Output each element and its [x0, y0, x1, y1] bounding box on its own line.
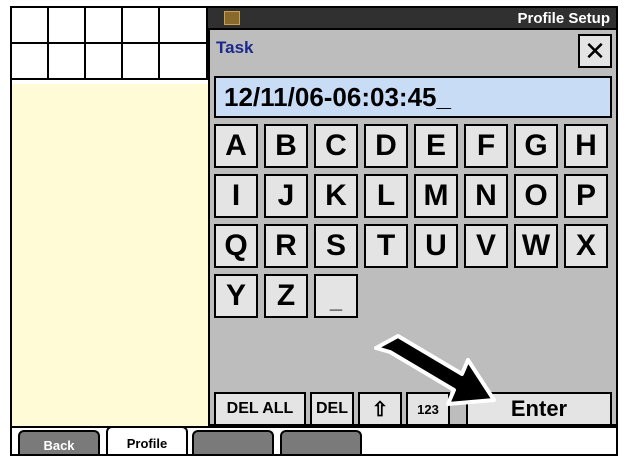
key-l[interactable]: L: [364, 174, 408, 218]
key-p[interactable]: P: [564, 174, 608, 218]
tab-profile[interactable]: Profile: [106, 426, 188, 454]
task-input[interactable]: 12/11/06-06:03:45_: [214, 76, 612, 118]
key-w[interactable]: W: [514, 224, 558, 268]
key-n[interactable]: N: [464, 174, 508, 218]
grid-cell[interactable]: [49, 44, 86, 80]
tab-empty[interactable]: [280, 430, 362, 454]
close-icon: ✕: [584, 35, 606, 66]
grid-cell[interactable]: [49, 8, 86, 44]
grid-cell[interactable]: [86, 44, 123, 80]
grid-cell[interactable]: [12, 44, 49, 80]
key-t[interactable]: T: [364, 224, 408, 268]
grid-table: [12, 8, 208, 86]
key-k[interactable]: K: [314, 174, 358, 218]
grid-cell[interactable]: [160, 8, 208, 44]
key-h[interactable]: H: [564, 124, 608, 168]
screen: Profile Setup Back Profile Task ✕ 12/11/…: [10, 6, 618, 456]
key-v[interactable]: V: [464, 224, 508, 268]
sidebar-panel: [12, 84, 208, 428]
key-x[interactable]: X: [564, 224, 608, 268]
key-j[interactable]: J: [264, 174, 308, 218]
grid-cell[interactable]: [160, 44, 208, 80]
key-e[interactable]: E: [414, 124, 458, 168]
key-d[interactable]: D: [364, 124, 408, 168]
key-m[interactable]: M: [414, 174, 458, 218]
key-o[interactable]: O: [514, 174, 558, 218]
grid-cell[interactable]: [12, 8, 49, 44]
key-q[interactable]: Q: [214, 224, 258, 268]
key-i[interactable]: I: [214, 174, 258, 218]
key-z[interactable]: Z: [264, 274, 308, 318]
key-c[interactable]: C: [314, 124, 358, 168]
tab-back[interactable]: Back: [18, 430, 100, 454]
key-r[interactable]: R: [264, 224, 308, 268]
key-f[interactable]: F: [464, 124, 508, 168]
pointer-arrow-icon: [374, 334, 496, 406]
key-u[interactable]: U: [414, 224, 458, 268]
window-title: Profile Setup: [517, 10, 610, 27]
key-a[interactable]: A: [214, 124, 258, 168]
tab-empty[interactable]: [192, 430, 274, 454]
key-underscore[interactable]: _: [314, 274, 358, 318]
grid-cell[interactable]: [123, 8, 160, 44]
grid-cell[interactable]: [86, 8, 123, 44]
key-g[interactable]: G: [514, 124, 558, 168]
close-button[interactable]: ✕: [578, 34, 612, 68]
window-icon: [224, 11, 240, 25]
grid-cell[interactable]: [123, 44, 160, 80]
bottom-tab-bar: Back Profile: [12, 426, 616, 454]
dialog-title: Task: [216, 38, 254, 57]
key-y[interactable]: Y: [214, 274, 258, 318]
delete-all-button[interactable]: DEL ALL: [214, 392, 306, 426]
delete-button[interactable]: DEL: [310, 392, 354, 426]
key-b[interactable]: B: [264, 124, 308, 168]
key-s[interactable]: S: [314, 224, 358, 268]
